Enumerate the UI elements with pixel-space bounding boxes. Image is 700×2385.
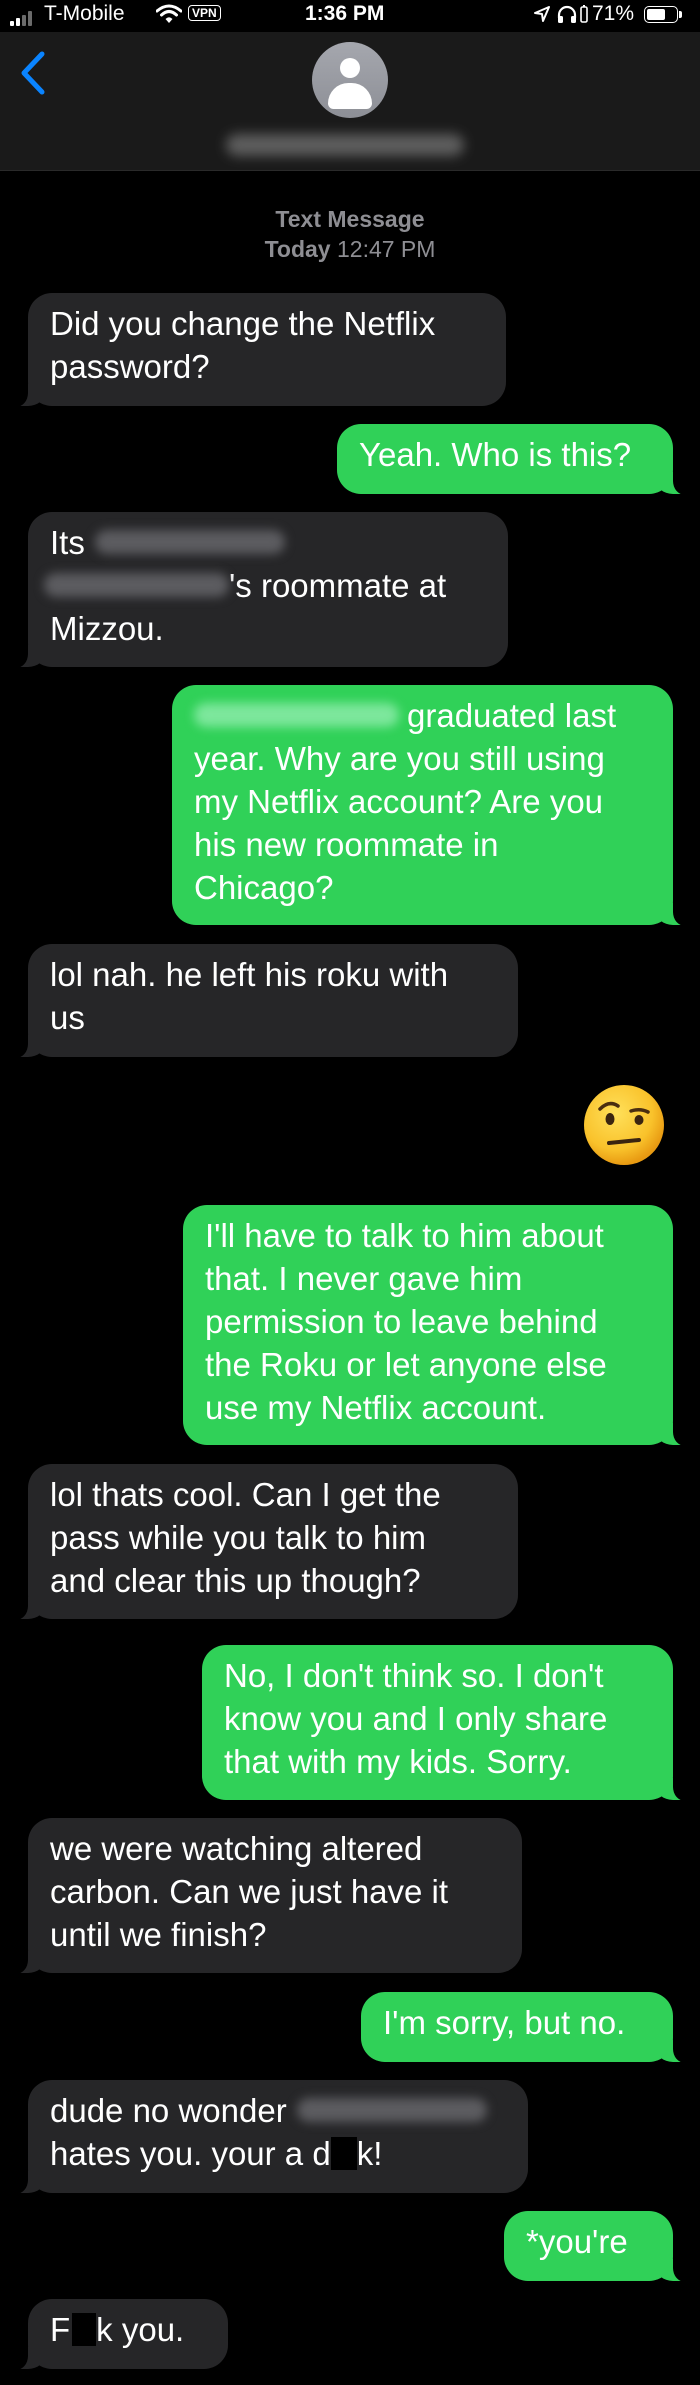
message-bubble-incoming[interactable]: Did you change the Netflix password? bbox=[12, 293, 506, 407]
battery-percent: 71% bbox=[592, 2, 635, 25]
message-text: 's roommate at bbox=[229, 567, 447, 604]
headphones-icon bbox=[557, 5, 577, 23]
message-text: F bbox=[50, 2311, 71, 2348]
message-text: know you and I only share bbox=[224, 1700, 608, 1737]
message-bubble-incoming[interactable]: Fk you. bbox=[12, 2299, 228, 2370]
message-bubble-incoming[interactable]: lol nah. he left his roku with us bbox=[12, 944, 518, 1058]
message-text: password? bbox=[50, 348, 210, 385]
thread-timestamp: Today 12:47 PM bbox=[0, 236, 700, 263]
person-icon bbox=[340, 58, 360, 78]
message-text: my Netflix account? Are you bbox=[194, 783, 604, 820]
message-bubble-outgoing[interactable]: No, I don't think so. I don't know you a… bbox=[202, 1645, 689, 1801]
message-text: Did you change the Netflix bbox=[50, 305, 436, 342]
vpn-badge: VPN bbox=[188, 5, 221, 21]
timestamp-time: 12:47 PM bbox=[336, 236, 436, 262]
message-text: Mizzou. bbox=[50, 610, 164, 647]
message-text: the Roku or let anyone else bbox=[205, 1346, 607, 1383]
message-text: lol thats cool. Can I get the bbox=[50, 1476, 441, 1513]
message-text: graduated last bbox=[407, 697, 617, 734]
message-bubble-incoming[interactable]: Its 's roommate at Mizzou. bbox=[12, 512, 508, 668]
battery-saver-indicator-icon bbox=[580, 5, 588, 23]
redacted-name bbox=[44, 573, 229, 598]
contact-avatar[interactable] bbox=[312, 42, 388, 118]
message-text: use my Netflix account. bbox=[205, 1389, 547, 1426]
message-bubble-outgoing[interactable]: *you're bbox=[504, 2211, 689, 2282]
redacted-name bbox=[94, 530, 285, 555]
message-type-label: Text Message bbox=[275, 206, 425, 232]
wifi-icon bbox=[156, 4, 182, 23]
message-bubble-incoming[interactable]: we were watching altered carbon. Can we … bbox=[12, 1818, 522, 1974]
message-text: carbon. Can we just have it bbox=[50, 1873, 449, 1910]
censor-block bbox=[72, 2312, 97, 2346]
message-text: year. Why are you still using bbox=[194, 740, 605, 777]
redacted-name bbox=[194, 703, 399, 728]
battery-icon bbox=[644, 6, 678, 23]
message-text: hates you. your a d bbox=[50, 2135, 331, 2172]
message-text: his new roommate in bbox=[194, 826, 499, 863]
carrier-label: T-Mobile bbox=[44, 2, 125, 25]
message-text: that. I never gave him bbox=[205, 1260, 523, 1297]
message-text: lol nah. he left his roku with bbox=[50, 956, 449, 993]
message-text: Chicago? bbox=[194, 869, 334, 906]
message-bubble-outgoing[interactable]: graduated last year. Why are you still u… bbox=[172, 685, 689, 926]
message-text: and clear this up though? bbox=[50, 1562, 421, 1599]
redacted-name bbox=[296, 2098, 487, 2123]
message-text: I'll have to talk to him about bbox=[205, 1217, 604, 1254]
message-text: we were watching altered bbox=[50, 1830, 423, 1867]
message-bubble-outgoing[interactable]: Yeah. Who is this? bbox=[337, 424, 689, 495]
message-text: I'm sorry, but no. bbox=[383, 2004, 626, 2041]
message-text: us bbox=[50, 999, 85, 1036]
message-bubble-outgoing[interactable]: I'll have to talk to him about that. I n… bbox=[183, 1205, 689, 1446]
status-bar: T-Mobile VPN 1:36 PM 71% bbox=[0, 0, 700, 32]
message-text: No, I don't think so. I don't bbox=[224, 1657, 604, 1694]
message-text: dude no wonder bbox=[50, 2092, 287, 2129]
conversation-header bbox=[0, 32, 700, 171]
timestamp-day: Today bbox=[264, 236, 331, 262]
back-chevron-icon[interactable] bbox=[14, 48, 54, 98]
message-text: until we finish? bbox=[50, 1916, 267, 1953]
message-text: that with my kids. Sorry. bbox=[224, 1743, 572, 1780]
cellular-signal-icon bbox=[10, 10, 38, 26]
message-bubble-outgoing[interactable]: I'm sorry, but no. bbox=[361, 1992, 689, 2063]
message-bubble-incoming[interactable]: dude no wonder hates you. your a d k! bbox=[12, 2080, 528, 2194]
message-text: k! bbox=[356, 2135, 383, 2172]
status-time: 1:36 PM bbox=[305, 2, 385, 25]
message-text: Yeah. Who is this? bbox=[359, 436, 632, 473]
message-text: pass while you talk to him bbox=[50, 1519, 427, 1556]
message-bubble-incoming[interactable]: lol thats cool. Can I get the pass while… bbox=[12, 1464, 518, 1620]
raised-eyebrow-emoji[interactable] bbox=[582, 1083, 666, 1167]
contact-name-redacted[interactable] bbox=[226, 134, 464, 156]
location-arrow-icon bbox=[534, 6, 550, 22]
message-text: permission to leave behind bbox=[205, 1303, 598, 1340]
censor-block bbox=[330, 2136, 357, 2170]
message-text: *you're bbox=[526, 2223, 628, 2260]
message-text: k you. bbox=[96, 2311, 185, 2348]
message-text: Its bbox=[50, 524, 85, 561]
